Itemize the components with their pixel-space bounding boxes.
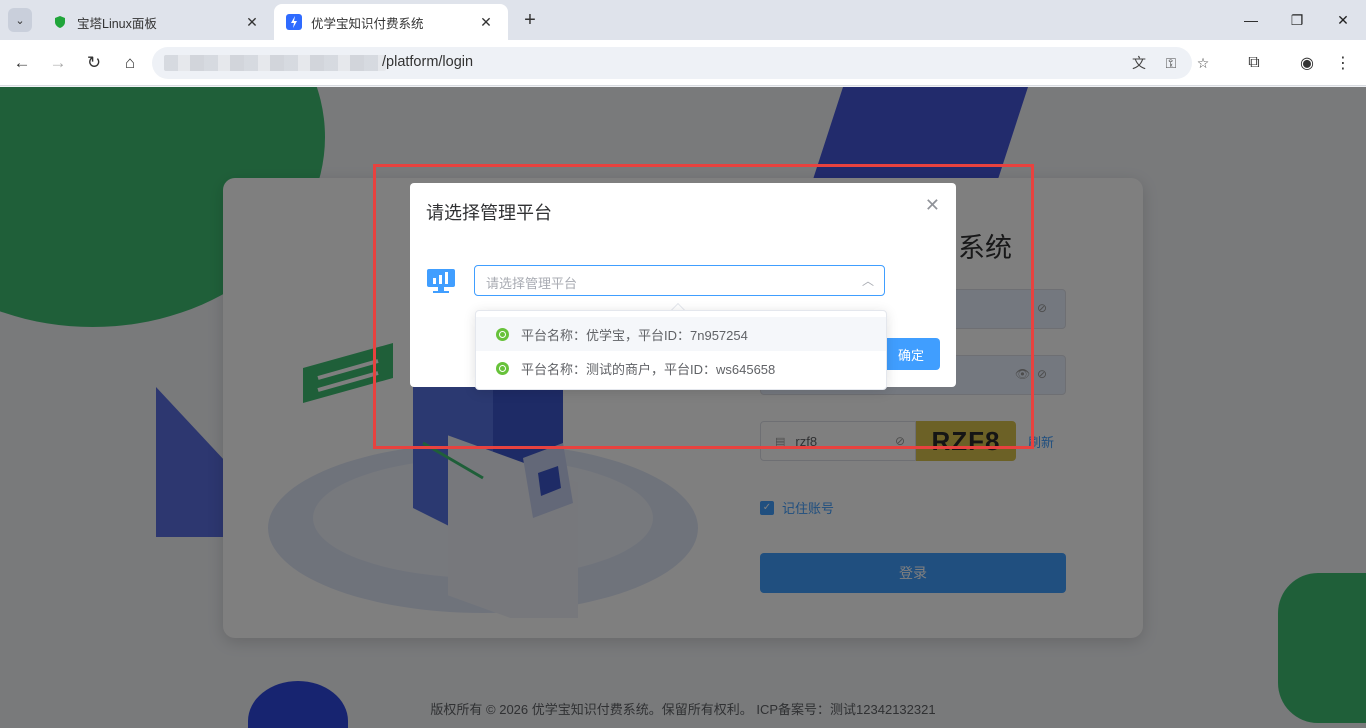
home-icon[interactable]: ⌂	[116, 49, 144, 77]
extensions-icon[interactable]: ⧉	[1240, 49, 1268, 77]
key-icon[interactable]: ⚿	[1160, 53, 1182, 73]
minimize-button[interactable]: —	[1228, 0, 1274, 40]
tab-youxuebao[interactable]: 优学宝知识付费系统 ✕	[274, 4, 508, 40]
url-text: /platform/login	[382, 54, 474, 70]
tab-title: 宝塔Linux面板	[77, 16, 157, 31]
tab-baota[interactable]: 宝塔Linux面板 ✕	[40, 4, 274, 40]
forward-icon[interactable]: →	[44, 49, 72, 77]
close-icon[interactable]: ✕	[476, 12, 496, 32]
redacted-url-host	[164, 55, 386, 71]
new-tab-button[interactable]: +	[518, 8, 542, 32]
tab-title: 优学宝知识付费系统	[311, 16, 424, 31]
address-bar[interactable]: /platform/login 文 ⚿ ☆	[152, 47, 1209, 79]
profile-icon[interactable]: ◉	[1293, 49, 1321, 77]
restore-button[interactable]: ❐	[1274, 0, 1320, 40]
shield-icon	[52, 14, 68, 30]
back-icon[interactable]: ←	[8, 49, 36, 77]
translate-icon[interactable]: 文	[1128, 53, 1150, 73]
browser-toolbar: ← → ↻ ⌂ /platform/login 文 ⚿ ☆ ⧉ ◉ ⋮	[0, 40, 1366, 86]
highlight-annotation-box	[373, 164, 1034, 449]
star-icon[interactable]: ☆	[1192, 53, 1214, 73]
tab-search-button[interactable]: ⌄	[8, 8, 32, 32]
lightning-icon	[286, 14, 302, 30]
reload-icon[interactable]: ↻	[80, 49, 108, 77]
window-close-button[interactable]: ✕	[1320, 0, 1366, 40]
tab-bar: ⌄ 宝塔Linux面板 ✕ 优学宝知识付费系统 ✕ + — ❐ ✕	[0, 0, 1366, 40]
close-icon[interactable]: ✕	[242, 12, 262, 32]
menu-icon[interactable]: ⋮	[1329, 49, 1357, 77]
